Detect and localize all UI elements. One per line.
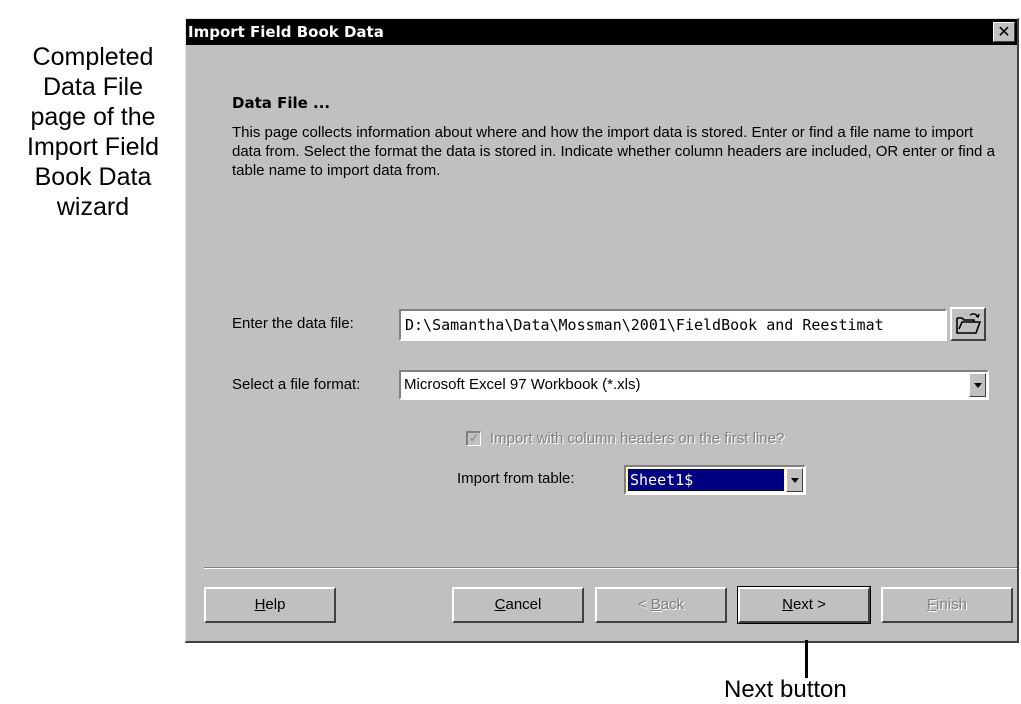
file-format-label: Select a file format: (232, 376, 361, 393)
caption-line: wizard (56, 193, 130, 221)
headers-checkbox-label: Import with column headers on the first … (490, 430, 785, 447)
caption-line: page of the (30, 103, 156, 131)
button-separator (204, 567, 1017, 569)
back-prefix: < (637, 596, 651, 613)
caption-line: Completed (32, 43, 154, 71)
import-table-select[interactable]: Sheet1$ (624, 465, 806, 495)
dialog-title: Import Field Book Data (188, 23, 384, 41)
file-format-select[interactable]: Microsoft Excel 97 Workbook (*.xls) (399, 370, 989, 400)
checkmark-icon: ✓ (468, 431, 480, 445)
cancel-label: ancel (505, 596, 542, 613)
caption-line: Import Field (27, 133, 159, 161)
back-label: ack (660, 596, 685, 613)
back-mnemonic: B (650, 596, 661, 613)
close-button[interactable]: ✕ (993, 22, 1015, 42)
next-label: ext > (792, 596, 826, 613)
help-mnemonic: H (254, 596, 266, 613)
next-button[interactable]: Next > (737, 586, 871, 624)
data-file-label: Enter the data file: (232, 315, 354, 332)
page-description: This page collects information about whe… (232, 124, 995, 179)
caption-line: Data File (42, 73, 144, 101)
data-file-input[interactable]: D:\Samantha\Data\Mossman\2001\FieldBook … (399, 309, 947, 341)
help-label: elp (265, 596, 286, 613)
caption-line: Book Data (34, 163, 152, 191)
figure-caption: Completed Data File page of the Import F… (0, 42, 186, 222)
import-table-label: Import from table: (457, 470, 575, 487)
back-button[interactable]: < Back (595, 587, 727, 623)
dialog-titlebar[interactable]: Import Field Book Data ✕ (186, 19, 1017, 45)
import-field-book-dialog: Import Field Book Data ✕ Data File ... T… (185, 18, 1019, 643)
finish-button[interactable]: Finish (881, 587, 1013, 623)
section-title: Data File ... (232, 94, 331, 112)
cancel-button[interactable]: Cancel (452, 587, 584, 623)
cancel-mnemonic: C (494, 596, 506, 613)
close-icon: ✕ (997, 22, 1011, 41)
finish-label: inish (936, 596, 968, 613)
import-table-dropdown-button[interactable] (786, 468, 803, 492)
finish-mnemonic: F (926, 596, 937, 613)
headers-checkbox[interactable]: ✓ (466, 431, 481, 446)
file-format-value: Microsoft Excel 97 Workbook (*.xls) (404, 376, 641, 393)
file-format-dropdown-button[interactable] (969, 373, 986, 397)
callout-line (805, 640, 808, 678)
browse-file-button[interactable] (950, 307, 986, 341)
open-folder-icon (956, 313, 982, 334)
next-mnemonic: N (782, 596, 793, 613)
help-button[interactable]: Help (204, 587, 336, 623)
callout-label: Next button (724, 676, 847, 703)
import-table-value: Sheet1$ (627, 468, 785, 492)
